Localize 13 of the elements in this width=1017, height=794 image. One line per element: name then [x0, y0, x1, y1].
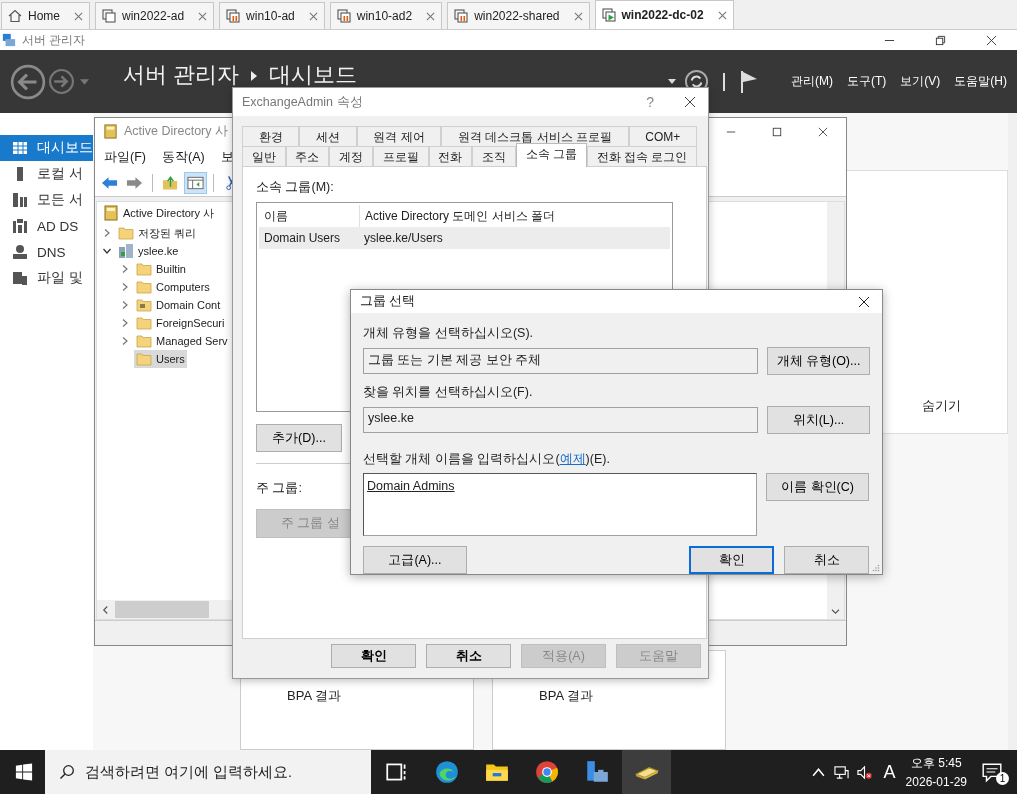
field-label: 개체 유형을 선택하십시오(S). — [363, 325, 534, 342]
field-label: 찾을 위치를 선택하십시오(F). — [363, 384, 533, 401]
notification-badge: 1 — [996, 772, 1009, 785]
field-label: 선택할 개체 이름을 입력하십시오(예제)(E). — [363, 451, 610, 468]
window-title: 서버 관리자 — [22, 31, 86, 49]
dialog-title: 그룹 선택 — [360, 293, 416, 310]
object-type-field: 그룹 또는 기본 제공 보안 주체 — [363, 348, 758, 374]
dialog-title: ExchangeAdmin 속성 — [242, 93, 363, 111]
location-field: yslee.ke — [363, 407, 758, 433]
breadcrumb-item: 대시보드 — [269, 63, 358, 86]
field-label: 소속 그룹(M): — [256, 179, 334, 196]
field-label: 주 그룹: — [256, 480, 302, 497]
window-title: Active Directory 사 — [124, 123, 228, 140]
